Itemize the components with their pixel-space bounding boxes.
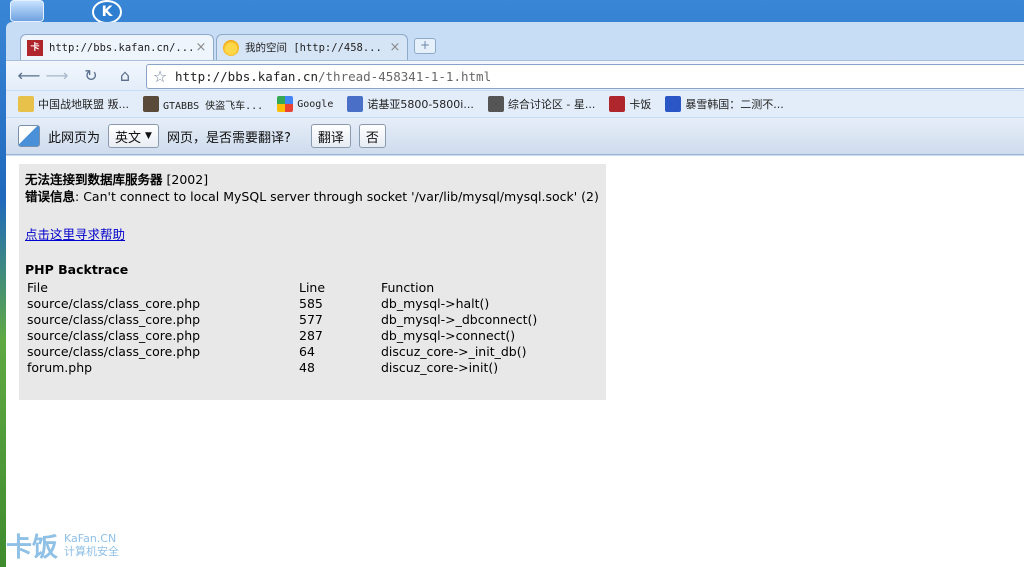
table-header-row: File Line Function [25, 279, 599, 295]
close-icon[interactable]: × [387, 40, 403, 55]
file-cell: source/class/class_core.php [27, 295, 201, 311]
bookmark-item[interactable]: Google [277, 96, 333, 112]
function-cell: db_mysql->_dbconnect() [381, 311, 538, 327]
bookmark-icon [143, 96, 159, 112]
function-cell: db_mysql->halt() [381, 295, 490, 311]
error-title: 无法连接到数据库服务器 [2002] [25, 171, 600, 188]
column-header: Line [299, 279, 326, 295]
bookmark-label: 暴雪韩国：二测不... [685, 98, 784, 111]
page-content: 无法连接到数据库服务器 [2002] 错误信息: Can't connect t… [6, 156, 1024, 567]
file-cell: source/class/class_core.php [27, 343, 201, 359]
tab-my-space[interactable]: 我的空间 [http://458... × [216, 34, 408, 60]
watermark-logo: 卡饭 [6, 532, 59, 563]
back-button[interactable]: ⟵ [16, 64, 42, 88]
bookmark-item[interactable]: 综合讨论区 - 星... [487, 96, 596, 112]
tab-kafan[interactable]: 卡 http://bbs.kafan.cn/... × [20, 34, 214, 60]
bookmark-item[interactable]: 卡饭 [609, 96, 651, 112]
bookmark-label: Google [297, 98, 334, 110]
column-header: File [27, 279, 48, 295]
space-favicon-icon [223, 39, 239, 56]
browser-window: 卡 http://bbs.kafan.cn/... × 我的空间 [http:/… [6, 22, 1024, 567]
navigation-toolbar: ⟵ ⟶ ↻ ⌂ ☆ http://bbs.kafan.cn/thread-458… [6, 60, 1024, 90]
column-header: Function [381, 279, 435, 295]
function-cell: discuz_core->init() [381, 359, 499, 375]
address-bar[interactable]: ☆ http://bbs.kafan.cn/thread-458341-1-1.… [146, 64, 1024, 89]
error-info: 错误信息: Can't connect to local MySQL serve… [25, 188, 600, 205]
translate-icon [18, 125, 40, 147]
bookmark-label: 诺基亚5800-5800i... [367, 98, 474, 111]
bookmark-item[interactable]: GTABBS 侠盗飞车... [143, 96, 263, 112]
help-link[interactable]: 点击这里寻求帮助 [25, 224, 125, 243]
function-cell: discuz_core->_init_db() [381, 343, 527, 359]
bookmarks-bar: 中国战地联盟 叛... GTABBS 侠盗飞车... Google 诺基亚580… [6, 91, 1024, 117]
bookmark-icon [665, 96, 682, 112]
watermark-line-1: KaFan.CN [64, 532, 117, 545]
bookmark-item[interactable]: 暴雪韩国：二测不... [665, 96, 784, 112]
bookmark-icon [487, 96, 504, 112]
desktop-computer-icon[interactable] [10, 0, 44, 22]
reload-button[interactable]: ↻ [78, 64, 104, 88]
desktop-k-icon[interactable]: K [92, 0, 122, 24]
table-row: forum.php 48 discuz_core->init() [25, 359, 599, 375]
language-select[interactable]: 英文 ▼ [108, 124, 159, 148]
bookmark-icon [347, 96, 364, 112]
bookmark-item[interactable]: 中国战地联盟 叛... [18, 96, 129, 112]
kafan-watermark: 卡饭 KaFan.CN 计算机安全 [6, 528, 119, 563]
line-cell: 585 [299, 295, 323, 311]
watermark-text: KaFan.CN 计算机安全 [64, 532, 119, 558]
url-domain: http://bbs.kafan.cn [175, 69, 318, 84]
tab-strip: 卡 http://bbs.kafan.cn/... × 我的空间 [http:/… [6, 22, 1024, 60]
translate-infobar: 此网页为 英文 ▼ 网页，是否需要翻译? 翻译 否 [6, 118, 1024, 155]
table-row: source/class/class_core.php 585 db_mysql… [25, 295, 599, 311]
url-path: /thread-458341-1-1.html [318, 69, 492, 84]
url-text[interactable]: http://bbs.kafan.cn/thread-458341-1-1.ht… [175, 69, 491, 84]
table-row: source/class/class_core.php 287 db_mysql… [25, 327, 599, 343]
chevron-down-icon: ▼ [145, 131, 152, 141]
bookmark-label: 卡饭 [629, 98, 652, 111]
bookmark-icon [18, 96, 34, 112]
file-cell: source/class/class_core.php [27, 327, 201, 343]
close-icon[interactable]: × [193, 40, 209, 55]
table-row: source/class/class_core.php 64 discuz_co… [25, 343, 599, 359]
kafan-icon [609, 96, 626, 112]
error-info-text: : Can't connect to local MySQL server th… [75, 189, 599, 204]
bookmark-label: 综合讨论区 - 星... [507, 98, 596, 111]
line-cell: 48 [299, 359, 315, 375]
function-cell: db_mysql->connect() [381, 327, 516, 343]
error-info-label: 错误信息 [25, 189, 76, 204]
line-cell: 287 [299, 327, 323, 343]
no-translate-button[interactable]: 否 [358, 124, 386, 148]
error-code: [2002] [166, 172, 209, 187]
file-cell: forum.php [27, 359, 93, 375]
translate-prefix-text: 此网页为 [48, 130, 101, 146]
new-tab-button[interactable]: + [414, 38, 436, 54]
bookmark-item[interactable]: 诺基亚5800-5800i... [347, 96, 474, 112]
error-title-label: 无法连接到数据库服务器 [25, 172, 163, 187]
translate-question-text: 网页，是否需要翻译? [166, 130, 291, 146]
kafan-favicon-icon: 卡 [27, 39, 43, 56]
table-row: source/class/class_core.php 577 db_mysql… [25, 311, 599, 327]
google-icon [277, 96, 294, 112]
line-cell: 64 [299, 343, 315, 359]
star-icon[interactable]: ☆ [147, 67, 173, 86]
backtrace-table: File Line Function source/class/class_co… [25, 279, 599, 375]
language-value: 英文 [115, 130, 142, 146]
backtrace-title: PHP Backtrace [25, 262, 129, 277]
forward-button[interactable]: ⟶ [44, 64, 70, 88]
watermark-line-2: 计算机安全 [64, 545, 120, 558]
bookmark-label: 中国战地联盟 叛... [38, 98, 129, 111]
tab-title: http://bbs.kafan.cn/... [49, 41, 193, 54]
error-box: 无法连接到数据库服务器 [2002] 错误信息: Can't connect t… [19, 164, 606, 400]
translate-button[interactable]: 翻译 [310, 124, 351, 148]
home-button[interactable]: ⌂ [112, 64, 138, 88]
bookmark-label: GTABBS 侠盗飞车... [163, 100, 264, 112]
tab-title: 我的空间 [http://458... [245, 42, 382, 54]
file-cell: source/class/class_core.php [27, 311, 201, 327]
line-cell: 577 [299, 311, 323, 327]
